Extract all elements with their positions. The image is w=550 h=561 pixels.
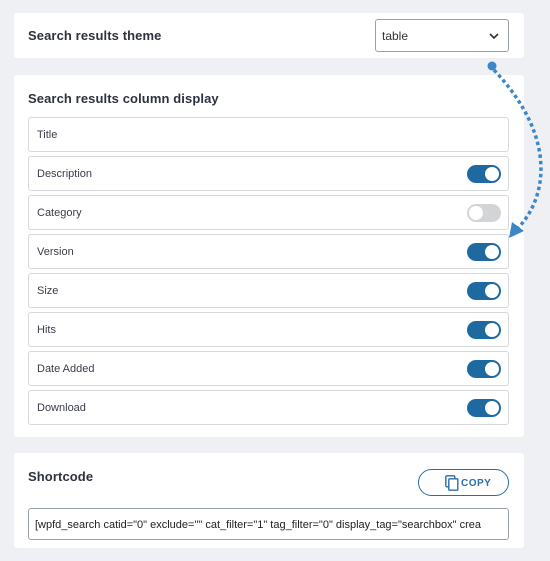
copy-button-label: COPY: [461, 478, 492, 489]
toggle-knob: [485, 167, 499, 181]
toggle-knob: [485, 323, 499, 337]
theme-label: Search results theme: [28, 28, 162, 43]
date-added-toggle[interactable]: [467, 360, 501, 378]
copy-icon: [445, 475, 459, 491]
download-toggle[interactable]: [467, 399, 501, 417]
copy-button[interactable]: COPY: [418, 469, 509, 496]
column-label: Version: [37, 246, 74, 258]
column-display-title: Search results column display: [28, 91, 219, 106]
column-row-hits: Hits: [28, 312, 509, 347]
theme-select-value: table: [382, 29, 409, 43]
shortcode-input[interactable]: [wpfd_search catid="0" exclude="" cat_fi…: [28, 508, 509, 540]
theme-select[interactable]: table: [375, 19, 509, 52]
shortcode-title: Shortcode: [28, 469, 94, 484]
hits-toggle[interactable]: [467, 321, 501, 339]
column-label: Title: [37, 129, 58, 141]
version-toggle[interactable]: [467, 243, 501, 261]
column-row-category: Category: [28, 195, 509, 230]
column-row-date-added: Date Added: [28, 351, 509, 386]
toggle-knob: [485, 245, 499, 259]
toggle-knob: [485, 284, 499, 298]
description-toggle[interactable]: [467, 165, 501, 183]
column-row-size: Size: [28, 273, 509, 308]
column-label: Date Added: [37, 363, 95, 375]
toggle-knob: [469, 206, 483, 220]
chevron-down-icon: [489, 33, 499, 40]
column-display-card: Search results column display Title Desc…: [14, 75, 524, 437]
size-toggle[interactable]: [467, 282, 501, 300]
column-row-version: Version: [28, 234, 509, 269]
column-list: Title Description Category Version Size …: [28, 117, 509, 429]
column-row-description: Description: [28, 156, 509, 191]
column-label: Download: [37, 402, 86, 414]
theme-card: Search results theme table: [14, 13, 524, 58]
column-label: Hits: [37, 324, 56, 336]
shortcode-card: Shortcode COPY [wpfd_search catid="0" ex…: [14, 453, 524, 548]
column-label: Size: [37, 285, 59, 297]
category-toggle[interactable]: [467, 204, 501, 222]
column-label: Description: [37, 168, 93, 180]
column-row-download: Download: [28, 390, 509, 425]
column-row-title: Title: [28, 117, 509, 152]
toggle-knob: [485, 362, 499, 376]
column-label: Category: [37, 207, 82, 219]
toggle-knob: [485, 401, 499, 415]
